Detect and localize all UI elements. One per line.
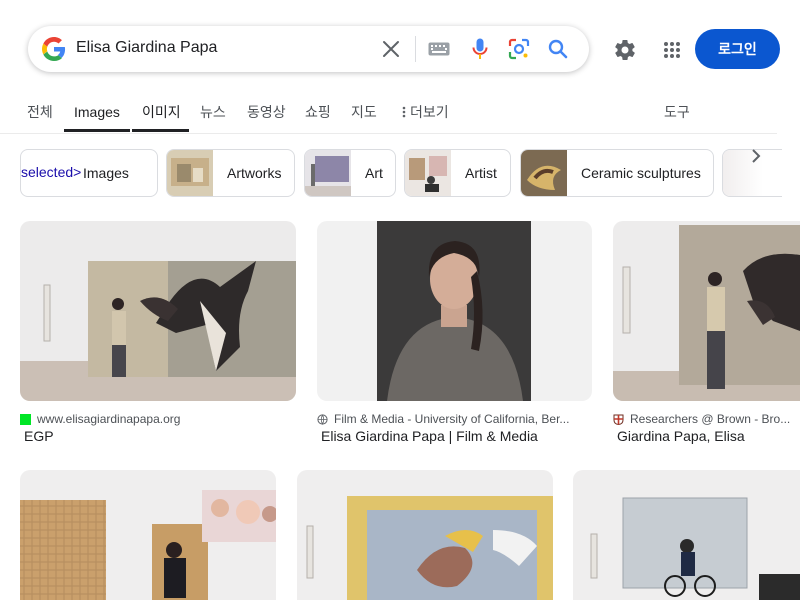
result-image[interactable] bbox=[613, 221, 800, 401]
clear-icon[interactable] bbox=[379, 37, 403, 61]
mic-icon[interactable] bbox=[468, 37, 492, 61]
image-result[interactable]: www.elisagiardinapapa.org EGP bbox=[20, 221, 296, 451]
chip-artist[interactable]: Artist bbox=[404, 149, 511, 197]
chip-thumbnail bbox=[405, 150, 451, 196]
lens-icon[interactable] bbox=[507, 37, 531, 61]
tabs-divider bbox=[0, 133, 777, 134]
search-divider bbox=[415, 36, 416, 62]
result-source[interactable]: www.elisagiardinapapa.org bbox=[20, 411, 180, 427]
chip-artworks[interactable]: Artworks bbox=[166, 149, 295, 197]
tab-images-en[interactable]: Images bbox=[74, 104, 120, 120]
result-title[interactable]: EGP bbox=[24, 428, 54, 444]
tab-maps[interactable]: 지도 bbox=[351, 102, 377, 122]
green-square-icon bbox=[20, 413, 31, 425]
source-text: www.elisagiardinapapa.org bbox=[37, 412, 181, 426]
search-input[interactable]: Elisa Giardina Papa bbox=[76, 39, 217, 57]
chip-images[interactable]: selected> Images bbox=[20, 149, 158, 197]
chip-thumbnail bbox=[305, 150, 351, 196]
google-g-icon bbox=[42, 37, 66, 61]
tab-more-label: 더보기 bbox=[410, 104, 449, 120]
result-image[interactable] bbox=[20, 221, 296, 401]
result-image[interactable] bbox=[573, 470, 800, 600]
tab-images[interactable]: 이미지 bbox=[142, 102, 181, 122]
result-source[interactable]: Researchers @ Brown - Bro... bbox=[613, 411, 790, 427]
chip-label: Artist bbox=[465, 165, 497, 181]
globe-icon bbox=[317, 413, 328, 425]
apps-icon[interactable] bbox=[659, 37, 685, 63]
source-text: Researchers @ Brown - Bro... bbox=[630, 412, 791, 426]
chip-art[interactable]: Art bbox=[304, 149, 396, 197]
chip-label: Ceramic sculptures bbox=[581, 165, 701, 181]
chip-ceramic-sculptures[interactable]: Ceramic sculptures bbox=[520, 149, 714, 197]
chip-thumbnail bbox=[521, 150, 567, 196]
chevron-right-icon[interactable] bbox=[744, 144, 768, 168]
tab-images-underline bbox=[64, 129, 130, 132]
source-text: Film & Media - University of California,… bbox=[334, 412, 570, 426]
search-box[interactable]: Elisa Giardina Papa bbox=[28, 26, 589, 72]
result-image[interactable] bbox=[297, 470, 553, 600]
chip-selected-prefix: selected> bbox=[21, 164, 82, 180]
chip-label: Images bbox=[83, 165, 129, 181]
tab-shopping[interactable]: 쇼핑 bbox=[305, 102, 331, 122]
tab-all[interactable]: 전체 bbox=[27, 102, 53, 122]
result-source[interactable]: Film & Media - University of California,… bbox=[317, 411, 569, 427]
image-result[interactable] bbox=[297, 470, 553, 600]
image-result[interactable]: Film & Media - University of California,… bbox=[317, 221, 592, 451]
result-image[interactable] bbox=[317, 221, 592, 401]
tab-videos[interactable]: 동영상 bbox=[247, 102, 286, 122]
settings-icon[interactable] bbox=[612, 37, 638, 63]
more-vert-icon bbox=[402, 106, 406, 118]
result-title[interactable]: Elisa Giardina Papa | Film & Media bbox=[321, 428, 538, 444]
chip-label: Art bbox=[365, 165, 383, 181]
chip-label: Artworks bbox=[227, 165, 282, 181]
tools-button[interactable]: 도구 bbox=[664, 102, 690, 122]
tab-more[interactable]: 더보기 bbox=[402, 102, 449, 122]
image-result[interactable]: Researchers @ Brown - Bro... Giardina Pa… bbox=[613, 221, 800, 451]
tab-news[interactable]: 뉴스 bbox=[200, 102, 226, 122]
tab-images-kr-underline bbox=[132, 129, 189, 132]
image-result[interactable] bbox=[20, 470, 276, 600]
keyboard-icon[interactable] bbox=[427, 37, 451, 61]
search-tabs: 전체 Images 이미지 뉴스 동영상 쇼핑 지도 더보기 도구 bbox=[0, 92, 800, 134]
result-title[interactable]: Giardina Papa, Elisa bbox=[617, 428, 745, 444]
search-icon[interactable] bbox=[546, 37, 570, 61]
login-button[interactable]: 로그인 bbox=[695, 29, 780, 69]
chip-thumbnail bbox=[167, 150, 213, 196]
result-image[interactable] bbox=[20, 470, 276, 600]
brown-shield-icon bbox=[613, 414, 624, 425]
image-result[interactable] bbox=[573, 470, 800, 600]
